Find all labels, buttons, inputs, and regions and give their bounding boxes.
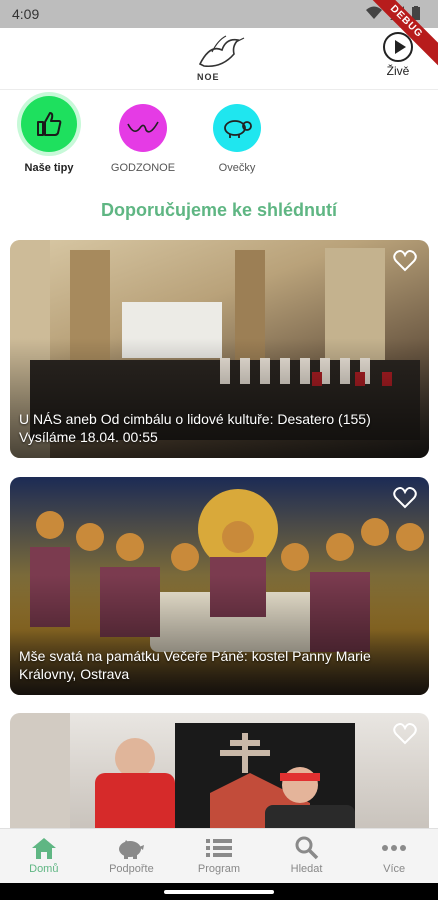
nav-item-podporte[interactable]: Podpořte: [88, 829, 176, 883]
card-title: U NÁS aneb Od cimbálu o lidové kultuře: …: [19, 410, 417, 446]
home-icon: [31, 838, 56, 859]
nav-label: Domů: [29, 863, 59, 875]
gesture-bar: [0, 883, 438, 900]
video-card[interactable]: [10, 713, 429, 843]
wifi-icon: [366, 6, 382, 19]
category-godzonoe[interactable]: GODZONOE: [98, 96, 188, 174]
category-nase-tipy[interactable]: Naše tipy: [4, 96, 94, 174]
favorite-heart-icon[interactable]: [393, 250, 417, 272]
nav-item-domu[interactable]: Domů: [0, 829, 88, 883]
card-title: Mše svatá na památku Večeře Páně: kostel…: [19, 647, 417, 683]
card-subtitle-line: Vysíláme 18.04. 00:55: [19, 429, 158, 445]
nav-label: Hledat: [290, 863, 323, 875]
more-icon: [382, 845, 407, 851]
thumbs-up-icon: [21, 96, 77, 152]
card-subtitle-line: Královny, Ostrava: [19, 666, 130, 682]
card-title-line: Mše svatá na památku Večeře Páně: kostel…: [19, 648, 371, 664]
piggy-bank-icon: [119, 840, 145, 859]
scribble-icon: [119, 104, 167, 152]
category-label: Naše tipy: [24, 162, 74, 174]
sheep-icon: [213, 104, 261, 152]
nav-item-program[interactable]: Program: [175, 829, 263, 883]
nav-item-vice[interactable]: Více: [350, 829, 438, 883]
category-label: GODZONOE: [110, 162, 176, 174]
search-icon: [295, 836, 318, 860]
live-label: Živě: [386, 64, 410, 78]
app-header: NOE Živě: [0, 28, 438, 90]
nav-label: Podpořte: [109, 863, 154, 875]
bottom-navigation: Domů Podpořte Program Hledat Více: [0, 828, 438, 883]
nav-item-hledat[interactable]: Hledat: [263, 829, 351, 883]
list-icon: [205, 839, 232, 857]
favorite-heart-icon[interactable]: [393, 487, 417, 509]
logo-text: NOE: [197, 72, 220, 82]
nav-label: Program: [197, 863, 241, 875]
status-time: 4:09: [12, 6, 40, 22]
card-image: [10, 713, 355, 843]
home-indicator[interactable]: [164, 890, 274, 894]
card-title-line: U NÁS aneb Od cimbálu o lidové kultuře: …: [19, 411, 371, 427]
category-label: Ovečky: [218, 162, 256, 174]
section-title: Doporučujeme ke shlédnutí: [100, 200, 338, 220]
nav-label: Více: [383, 863, 406, 875]
favorite-heart-icon[interactable]: [393, 723, 417, 745]
category-ovecky[interactable]: Ovečky: [192, 96, 282, 174]
video-card[interactable]: Mše svatá na památku Večeře Páně: kostel…: [10, 477, 429, 695]
status-bar: 4:09: [0, 0, 438, 28]
video-card[interactable]: U NÁS aneb Od cimbálu o lidové kultuře: …: [10, 240, 429, 458]
category-row: Naše tipy GODZONOE Ovečky: [0, 96, 438, 186]
